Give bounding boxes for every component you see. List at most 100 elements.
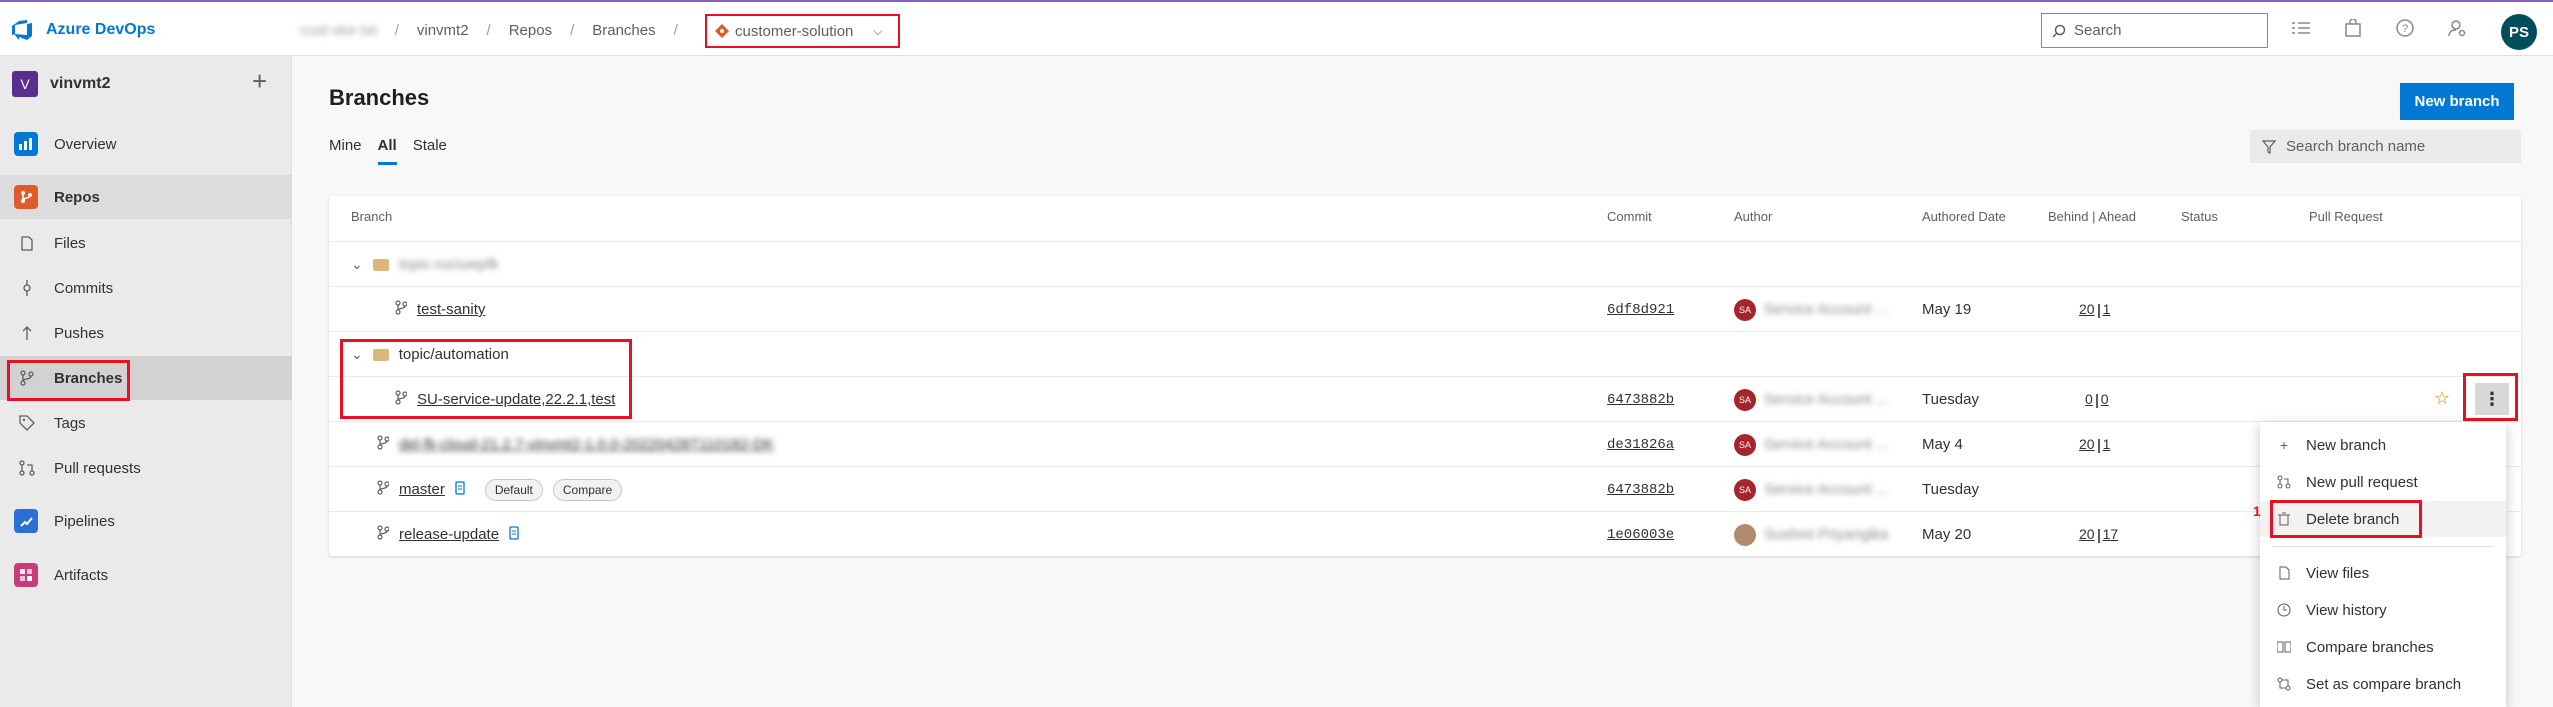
authored-date: Tuesday <box>1922 391 1979 408</box>
behind-count: 20 <box>2079 526 2095 543</box>
branch-name-link[interactable]: release-update <box>399 526 499 543</box>
author-avatar: SA <box>1734 433 1756 456</box>
branch-name-link[interactable]: del-fk-cloud-21.2.7-vinvmt2-1.0.0-202204… <box>399 436 774 453</box>
project-badge: V <box>12 71 38 97</box>
folder-row[interactable]: ⌄ topic-ruciuwpfk <box>329 241 2521 286</box>
branch-icon <box>377 525 390 544</box>
help-icon[interactable]: ? <box>2394 17 2416 39</box>
sidebar-item-label: Commits <box>54 279 114 297</box>
breadcrumb-org[interactable]: cust-ske-tst <box>300 22 377 39</box>
pull-request-icon <box>16 457 38 479</box>
brand[interactable]: Azure DevOps <box>12 19 155 41</box>
folder-highlight-box <box>340 339 632 419</box>
new-branch-button[interactable]: New branch <box>2400 83 2514 120</box>
table-row[interactable]: del-fk-cloud-21.2.7-vinvmt2-1.0.0-202204… <box>329 421 2521 466</box>
author-avatar: SA <box>1734 298 1756 321</box>
menu-item-view-history[interactable]: View history <box>2260 592 2506 628</box>
sidebar-item-repos[interactable]: Repos <box>0 175 292 219</box>
page-title: Branches <box>329 85 430 110</box>
sidebar-item-tags[interactable]: Tags <box>0 401 292 445</box>
breadcrumb-separator: / <box>570 22 575 39</box>
branch-filter-input[interactable]: Search branch name <box>2250 130 2521 163</box>
sidebar-item-files[interactable]: Files <box>0 221 292 265</box>
commit-link[interactable]: 1e06003e <box>1607 527 1674 543</box>
table-row[interactable]: master Default Compare 6473882b SA Servic… <box>329 466 2521 511</box>
commit-link[interactable]: de31826a <box>1607 437 1674 453</box>
ahead-count: 0 <box>2100 391 2109 408</box>
repo-selector[interactable]: customer-solution ⌵ <box>705 14 900 48</box>
top-icons: ? <box>2290 17 2468 39</box>
menu-item-new-branch[interactable]: + New branch <box>2260 427 2506 463</box>
branch-icon <box>377 435 390 454</box>
breadcrumb-section[interactable]: Repos <box>509 22 552 39</box>
sidebar-item-artifacts[interactable]: Artifacts <box>0 553 292 597</box>
pull-request-icon <box>2276 474 2292 490</box>
project-header[interactable]: V vinvmt2 <box>12 71 110 97</box>
tab-mine[interactable]: Mine <box>329 137 362 165</box>
tag-icon <box>16 412 38 434</box>
branch-name-link[interactable]: test-sanity <box>417 301 485 318</box>
authored-date: Tuesday <box>1922 481 1979 498</box>
breadcrumb-page[interactable]: Branches <box>592 22 655 39</box>
folder-name: topic-ruciuwpfk <box>398 256 499 273</box>
sidebar-item-commits[interactable]: Commits <box>0 266 292 310</box>
menu-item-set-as-compare-branch[interactable]: Set as compare branch <box>2260 666 2506 702</box>
sidebar-item-overview[interactable]: Overview <box>0 122 292 166</box>
user-avatar[interactable]: PS <box>2501 14 2537 50</box>
commit-link[interactable]: 6473882b <box>1607 482 1674 498</box>
branch-name-link[interactable]: master <box>399 481 445 498</box>
sidebar-item-label: Pushes <box>54 324 105 342</box>
sidebar-item-label: Pull requests <box>54 459 141 477</box>
behind-ahead[interactable]: 00 <box>2085 391 2109 408</box>
breadcrumb-project[interactable]: vinvmt2 <box>417 22 469 39</box>
marketplace-bag-icon[interactable] <box>2342 17 2364 39</box>
history-icon <box>2276 602 2292 618</box>
filter-icon <box>2262 139 2276 154</box>
table-row[interactable]: release-update 1e06003e Sushmi Priyangik… <box>329 511 2521 556</box>
sidebar-item-pushes[interactable]: Pushes <box>0 311 292 355</box>
chevron-down-icon: ⌵ <box>873 23 883 38</box>
menu-item-view-files[interactable]: View files <box>2260 555 2506 591</box>
commit-link[interactable]: 6df8d921 <box>1607 302 1674 318</box>
tab-stale[interactable]: Stale <box>413 137 447 165</box>
table-row[interactable]: SU-service-update,22.2.1,test 6473882b S… <box>329 376 2521 421</box>
folder-icon <box>372 258 389 271</box>
step-number-label: 1 <box>2253 503 2261 519</box>
menu-item-new-pull-request[interactable]: New pull request <box>2260 464 2506 500</box>
favorite-star-icon[interactable]: ☆ <box>2434 388 2450 409</box>
sidebar-item-pipelines[interactable]: Pipelines <box>0 499 292 543</box>
behind-ahead[interactable]: 20 1 <box>2079 436 2110 453</box>
default-badge: Default <box>484 478 543 501</box>
column-header-commit: Commit <box>1607 209 1652 224</box>
behind-ahead[interactable]: 20 1 <box>2079 301 2110 318</box>
project-name: vinvmt2 <box>50 75 111 92</box>
sidebar-item-label: Artifacts <box>54 566 109 584</box>
column-header-author: Author <box>1734 209 1773 224</box>
new-project-plus-icon[interactable]: + <box>252 68 267 94</box>
branch-tabs: Mine All Stale <box>329 137 447 165</box>
user-settings-icon[interactable] <box>2446 17 2468 39</box>
table-row[interactable]: test-sanity 6df8d921 SA Service Account .… <box>329 286 2521 331</box>
compare-badge: Compare <box>552 478 623 501</box>
search-input[interactable]: Search <box>2041 13 2268 48</box>
branch-policy-icon <box>509 525 519 544</box>
breadcrumb-separator: / <box>486 22 491 39</box>
tab-all[interactable]: All <box>377 137 397 165</box>
folder-row[interactable]: ⌄ topic/automation <box>329 331 2521 376</box>
sidebar-item-pull-requests[interactable]: Pull requests <box>0 446 292 490</box>
behind-count: 0 <box>2085 391 2093 408</box>
menu-item-compare-branches[interactable]: Compare branches <box>2260 629 2506 665</box>
list-settings-icon[interactable] <box>2290 17 2312 39</box>
commit-link[interactable]: 6473882b <box>1607 392 1674 408</box>
branches-table: Branch Commit Author Authored Date Behin… <box>329 196 2521 556</box>
set-compare-icon <box>2276 676 2292 692</box>
sidebar-item-label: Repos <box>54 188 100 206</box>
top-bar: Azure DevOps cust-ske-tst / vinvmt2 / Re… <box>0 0 2553 56</box>
behind-count: 20 <box>2079 301 2095 318</box>
push-icon <box>16 322 38 344</box>
sidebar-item-label: Pipelines <box>54 512 115 530</box>
behind-ahead[interactable]: 20 17 <box>2079 526 2118 543</box>
svg-text:?: ? <box>2402 23 2408 35</box>
chevron-down-icon[interactable]: ⌄ <box>351 256 363 273</box>
delete-branch-highlight-box <box>2270 500 2422 538</box>
